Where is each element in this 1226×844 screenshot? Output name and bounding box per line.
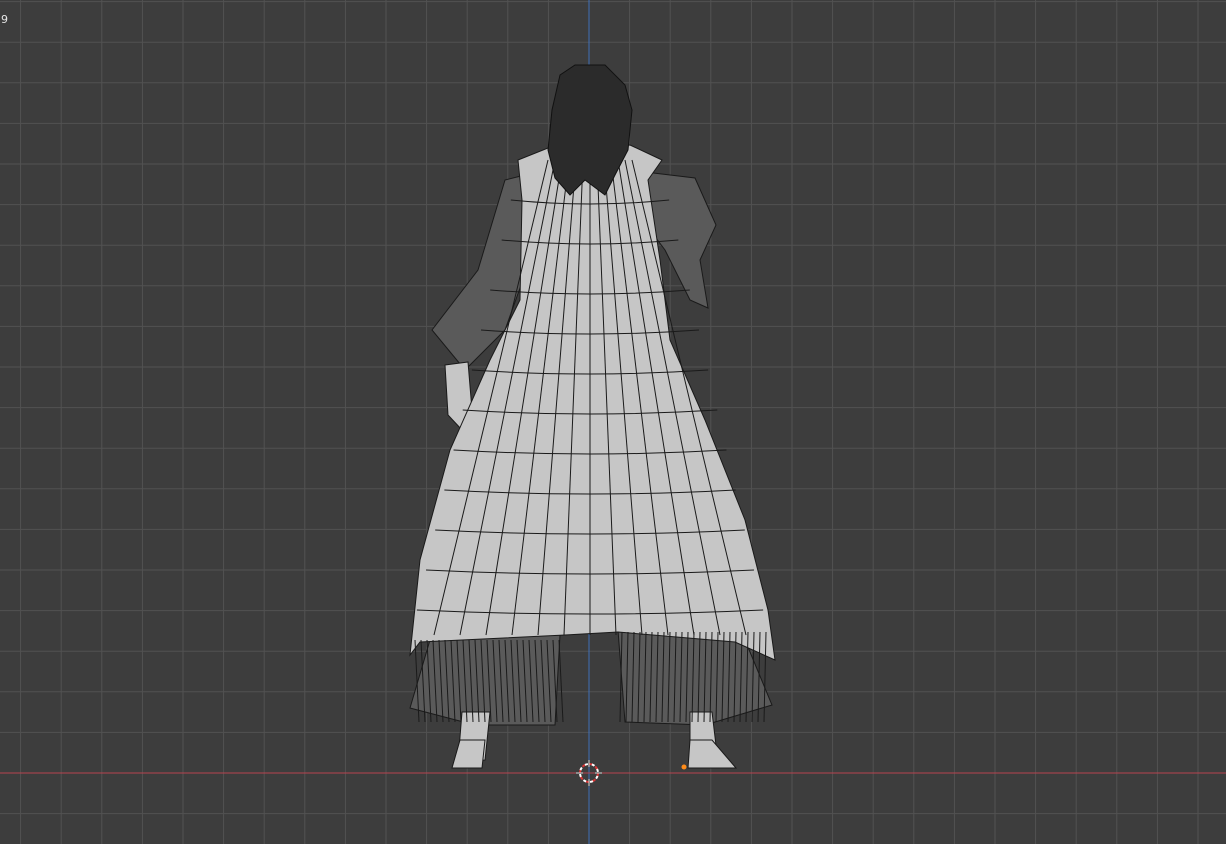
right-shoe-mesh [687,739,738,769]
character-mesh-icon[interactable] [409,64,776,769]
wire-line [558,639,564,723]
left-shoe-mesh [451,739,486,769]
3d-viewport[interactable]: 9 [0,0,1226,844]
object-origin-dot[interactable] [681,764,687,770]
viewport-grid [0,0,1226,844]
viewport-corner-label: 9 [1,13,8,26]
